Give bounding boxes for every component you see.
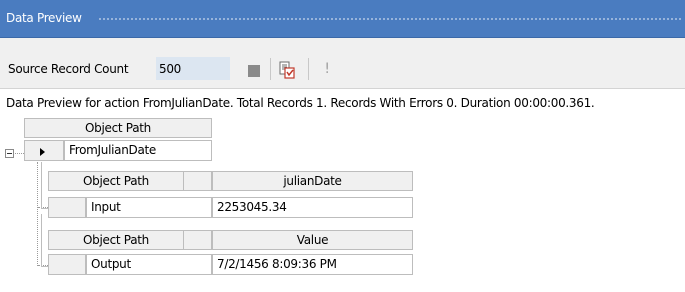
panel-title-bar: Data Preview (0, 0, 685, 38)
collapse-icon[interactable] (5, 149, 14, 158)
exclamation-icon: ! (324, 61, 330, 77)
child-column-header-julian-date[interactable]: julianDate (212, 171, 413, 191)
toolbar-separator (270, 58, 271, 80)
toolbar-separator (308, 58, 309, 80)
current-row-arrow-icon (40, 148, 45, 156)
status-text: Data Preview for action FromJulianDate. … (6, 96, 595, 110)
title-bar-grip[interactable] (98, 17, 681, 21)
toolbar: Source Record Count ! (0, 38, 685, 89)
input-row-header[interactable] (48, 197, 86, 218)
input-object-path-cell[interactable]: Input (86, 197, 212, 218)
stop-button[interactable] (244, 61, 266, 81)
source-record-count-label: Source Record Count (8, 62, 129, 76)
child-column-header-gap (184, 230, 212, 250)
output-object-path-cell[interactable]: Output (86, 254, 212, 275)
stop-icon (248, 65, 260, 77)
child-column-header-object-path[interactable]: Object Path (48, 230, 184, 250)
root-column-header[interactable]: Object Path (24, 118, 212, 138)
exclamation-button[interactable]: ! (320, 58, 334, 80)
output-value-cell[interactable]: 7/2/1456 8:09:36 PM (212, 254, 413, 275)
root-cell-value[interactable]: FromJulianDate (64, 140, 212, 161)
tree-connector (15, 153, 24, 154)
report-button[interactable] (276, 59, 298, 81)
child-column-header-gap (184, 171, 212, 191)
tree-connector (37, 162, 38, 266)
child-column-header-value[interactable]: Value (212, 230, 413, 250)
report-icon (279, 61, 295, 79)
output-row-header[interactable] (48, 254, 86, 275)
child-column-header-object-path[interactable]: Object Path (48, 171, 184, 191)
panel-title: Data Preview (6, 11, 82, 25)
input-julian-date-cell[interactable]: 2253045.34 (212, 197, 413, 218)
source-record-count-input[interactable] (156, 57, 230, 80)
